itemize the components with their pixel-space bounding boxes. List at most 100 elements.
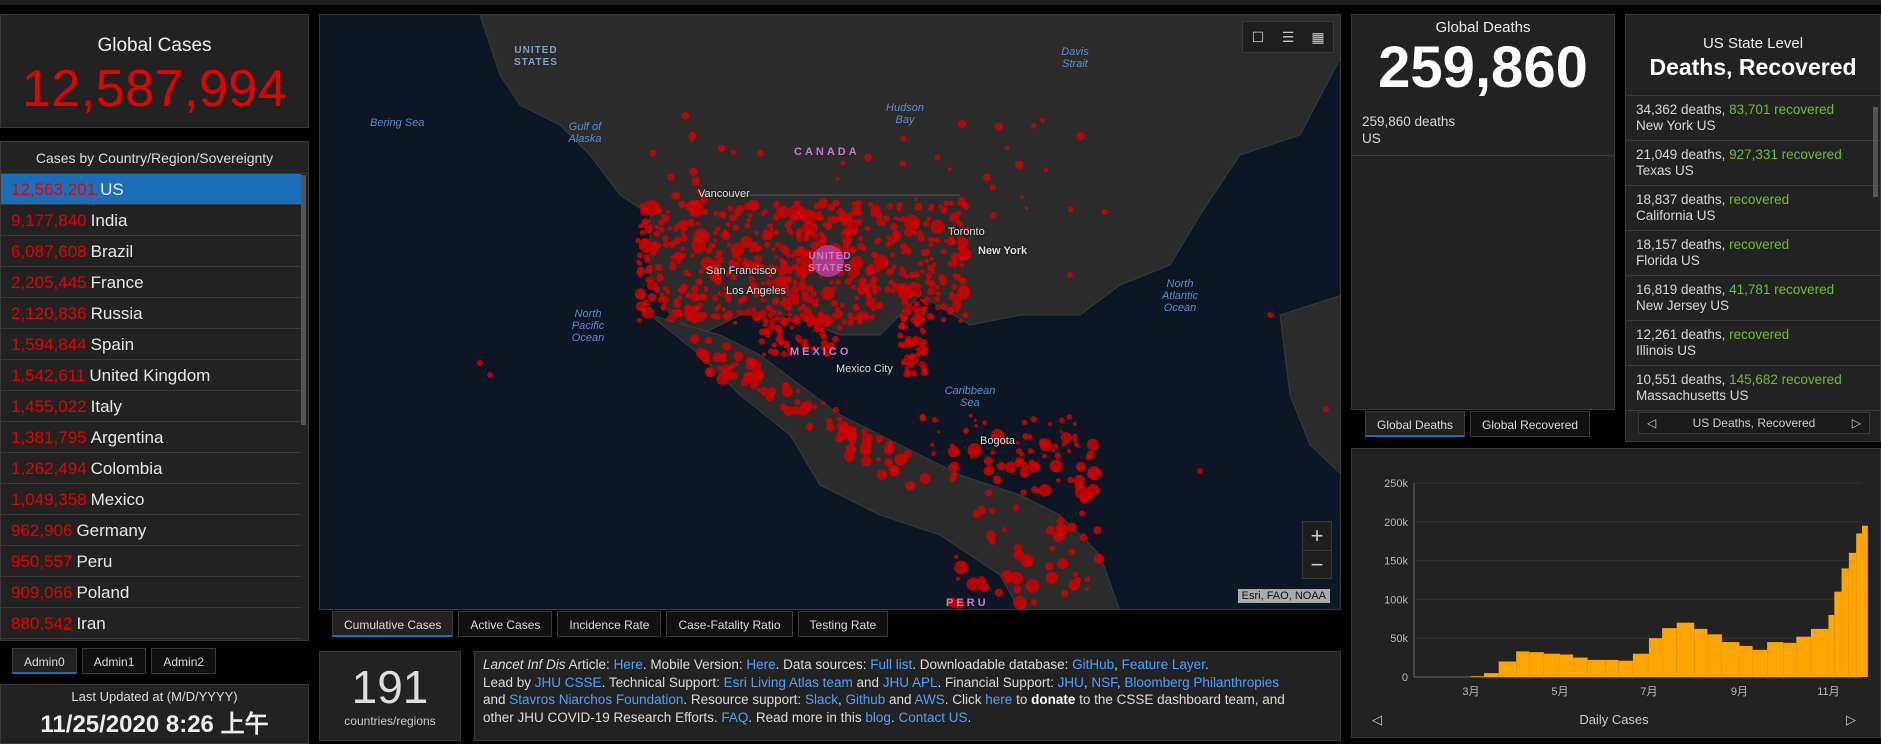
case-dot[interactable] xyxy=(864,225,871,232)
case-dot[interactable] xyxy=(824,222,833,230)
country-row[interactable]: 909,066 Poland xyxy=(1,577,301,608)
case-dot[interactable] xyxy=(1068,578,1081,591)
case-dot[interactable] xyxy=(836,324,843,331)
case-dot[interactable] xyxy=(1043,167,1049,173)
case-dot[interactable] xyxy=(901,316,907,322)
country-row[interactable]: 950,557 Peru xyxy=(1,546,301,577)
case-dot[interactable] xyxy=(744,308,752,316)
case-dot[interactable] xyxy=(860,455,872,467)
case-dot[interactable] xyxy=(767,313,773,319)
case-dot[interactable] xyxy=(1067,522,1077,533)
case-dot[interactable] xyxy=(796,338,803,344)
case-dot[interactable] xyxy=(680,246,686,252)
case-dot[interactable] xyxy=(671,191,680,201)
case-dot[interactable] xyxy=(772,214,779,221)
case-dot[interactable] xyxy=(1086,491,1095,500)
case-dot[interactable] xyxy=(1045,571,1058,585)
case-dot[interactable] xyxy=(636,266,645,274)
case-dot[interactable] xyxy=(639,207,648,216)
case-dot[interactable] xyxy=(673,298,679,303)
case-dot[interactable] xyxy=(920,328,927,335)
case-dot[interactable] xyxy=(899,269,907,277)
case-dot[interactable] xyxy=(972,510,981,519)
case-dot[interactable] xyxy=(698,350,710,362)
case-dot[interactable] xyxy=(1031,123,1037,129)
case-dot[interactable] xyxy=(695,221,701,226)
case-dot[interactable] xyxy=(1075,461,1087,472)
case-dot[interactable] xyxy=(644,276,652,284)
case-dot[interactable] xyxy=(810,241,819,250)
case-dot[interactable] xyxy=(913,300,920,307)
case-dot[interactable] xyxy=(1049,545,1056,552)
case-dot[interactable] xyxy=(835,177,840,181)
case-dot[interactable] xyxy=(960,250,966,256)
case-dot[interactable] xyxy=(847,319,854,327)
case-dot[interactable] xyxy=(865,294,871,300)
chart-bar[interactable] xyxy=(1834,591,1842,677)
case-dot[interactable] xyxy=(920,269,925,274)
case-dot[interactable] xyxy=(884,286,892,294)
case-dot[interactable] xyxy=(860,444,872,456)
case-dot[interactable] xyxy=(752,372,763,383)
tab-global-recovered[interactable]: Global Recovered xyxy=(1470,411,1591,437)
case-dot[interactable] xyxy=(747,199,759,212)
case-dot[interactable] xyxy=(653,230,660,237)
us-state-row[interactable]: 16,819 deaths, 41,781 recovered New Jerse… xyxy=(1626,276,1880,321)
case-dot[interactable] xyxy=(857,318,864,325)
case-dot[interactable] xyxy=(963,428,969,434)
case-dot[interactable] xyxy=(779,263,786,270)
case-dot[interactable] xyxy=(701,208,709,216)
case-dot[interactable] xyxy=(832,335,840,343)
github-support-link[interactable]: Github xyxy=(845,692,885,707)
case-dot[interactable] xyxy=(832,406,839,413)
aws-link[interactable]: AWS xyxy=(915,692,945,707)
tab-incidence-rate[interactable]: Incidence Rate xyxy=(557,611,662,637)
case-dot[interactable] xyxy=(1030,485,1039,494)
case-dot[interactable] xyxy=(994,122,1003,131)
case-dot[interactable] xyxy=(660,303,667,311)
chart-bar[interactable] xyxy=(1470,676,1485,677)
case-dot[interactable] xyxy=(1059,430,1063,434)
case-dot[interactable] xyxy=(926,312,935,321)
case-dot[interactable] xyxy=(985,489,992,497)
us-state-row[interactable]: 18,157 deaths, recovered Florida US xyxy=(1626,231,1880,276)
case-dot[interactable] xyxy=(837,416,843,423)
country-row[interactable]: 962,906 Germany xyxy=(1,515,301,546)
case-dot[interactable] xyxy=(746,364,752,370)
case-dot[interactable] xyxy=(1040,117,1045,123)
case-dot[interactable] xyxy=(477,360,483,366)
country-row[interactable]: 1,542,611 United Kingdom xyxy=(1,360,301,391)
case-dot[interactable] xyxy=(968,413,973,418)
case-dot[interactable] xyxy=(688,201,695,208)
case-dot[interactable] xyxy=(796,388,801,394)
case-dot[interactable] xyxy=(781,382,790,390)
case-dot[interactable] xyxy=(939,277,948,286)
case-dot[interactable] xyxy=(954,554,959,559)
case-dot[interactable] xyxy=(774,255,779,260)
case-dot[interactable] xyxy=(846,432,854,440)
feature-layer-link[interactable]: Feature Layer xyxy=(1122,657,1205,672)
case-dot[interactable] xyxy=(900,250,906,255)
case-dot[interactable] xyxy=(800,276,805,282)
us-state-scrollbar[interactable] xyxy=(1873,107,1878,197)
chart-bar[interactable] xyxy=(1529,652,1544,677)
case-dot[interactable] xyxy=(797,306,803,312)
case-dot[interactable] xyxy=(760,297,766,303)
case-dot[interactable] xyxy=(772,200,780,209)
case-dot[interactable] xyxy=(681,111,690,120)
case-dot[interactable] xyxy=(958,277,964,283)
case-dot[interactable] xyxy=(957,197,966,206)
chart-bar[interactable] xyxy=(1783,642,1797,677)
case-dot[interactable] xyxy=(829,280,834,285)
case-dot[interactable] xyxy=(774,316,779,321)
case-dot[interactable] xyxy=(1073,442,1079,447)
case-dot[interactable] xyxy=(890,222,898,231)
case-dot[interactable] xyxy=(716,365,722,371)
sources-link[interactable]: Full list xyxy=(870,657,912,672)
case-dot[interactable] xyxy=(1004,145,1010,151)
donate-here-link[interactable]: here xyxy=(985,692,1012,707)
case-dot[interactable] xyxy=(716,304,722,309)
tab-global-deaths[interactable]: Global Deaths xyxy=(1365,411,1466,437)
case-dot[interactable] xyxy=(924,258,929,264)
chart-bar[interactable] xyxy=(1573,657,1588,677)
